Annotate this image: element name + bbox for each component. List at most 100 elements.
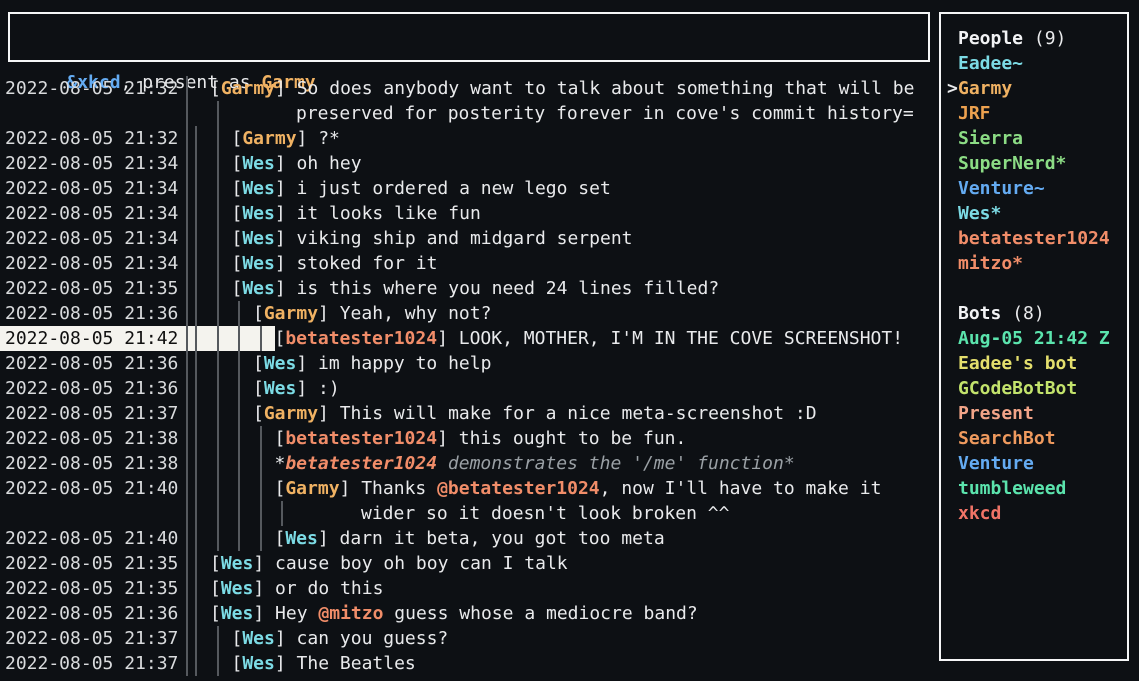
thread-guide-line: [195, 351, 197, 376]
message-row[interactable]: 2022-08-05 21:34[Wes] stoked for it: [0, 251, 939, 276]
nick[interactable]: Wes: [264, 378, 297, 399]
chat-app: &xkcd, present as Garmy 2022-08-05 21:32…: [0, 0, 1139, 681]
message-row[interactable]: 2022-08-05 21:37[Wes] The Beatles: [0, 651, 939, 676]
message-row-highlighted[interactable]: 2022-08-05 21:42[betatester1024] LOOK, M…: [0, 326, 939, 351]
nick[interactable]: Wes: [242, 278, 275, 299]
bot-item-gcodebotbot[interactable]: GCodeBotBot: [941, 376, 1127, 401]
message-row[interactable]: 2022-08-05 21:38*betatester1024 demonstr…: [0, 451, 939, 476]
message-row[interactable]: 2022-08-05 21:38[betatester1024] this ou…: [0, 426, 939, 451]
nick[interactable]: Wes: [242, 653, 275, 674]
bot-item-venture[interactable]: Venture: [941, 451, 1127, 476]
text-segment: [: [232, 253, 243, 274]
message-row[interactable]: 2022-08-05 21:40[Garmy] Thanks @betatest…: [0, 476, 939, 501]
message-text: [Wes] im happy to help: [253, 351, 491, 376]
nick[interactable]: Wes: [221, 553, 254, 574]
nick[interactable]: Wes: [285, 528, 318, 549]
nick[interactable]: Garmy: [264, 403, 318, 424]
nick[interactable]: Wes: [242, 203, 275, 224]
bot-item-xkcd[interactable]: xkcd: [941, 501, 1127, 526]
timestamp-divider-line: [186, 176, 188, 201]
person-item-sierra[interactable]: Sierra: [941, 126, 1127, 151]
nick[interactable]: Wes: [242, 253, 275, 274]
nick[interactable]: Garmy: [285, 478, 339, 499]
thread-guide-line: [195, 626, 197, 651]
thread-guide-line: [217, 501, 219, 526]
text-segment: ]: [275, 253, 297, 274]
nick[interactable]: Wes: [242, 228, 275, 249]
bot-item-searchbot[interactable]: SearchBot: [941, 426, 1127, 451]
nick[interactable]: betatester1024: [285, 428, 437, 449]
timestamp-divider-line: [186, 526, 188, 551]
nick[interactable]: Garmy: [221, 78, 275, 99]
text-segment: ]: [275, 78, 297, 99]
nick[interactable]: Wes: [242, 153, 275, 174]
message-row[interactable]: 2022-08-05 21:34[Wes] i just ordered a n…: [0, 176, 939, 201]
person-item-eadee[interactable]: Eadee~: [941, 51, 1127, 76]
message-row[interactable]: 2022-08-05 21:32[Garmy] So does anybody …: [0, 76, 939, 101]
text-segment: [: [232, 228, 243, 249]
text-segment: [: [275, 478, 286, 499]
person-item-garmy[interactable]: >Garmy: [941, 76, 1127, 101]
person-item-jrf[interactable]: JRF: [941, 101, 1127, 126]
thread-guide-line: [238, 351, 240, 376]
message-row[interactable]: 2022-08-05 21:34[Wes] oh hey: [0, 151, 939, 176]
nick[interactable]: Garmy: [242, 128, 296, 149]
person-item-mitzo[interactable]: mitzo*: [941, 251, 1127, 276]
timestamp-divider-line: [186, 326, 188, 351]
thread-guide-line: [195, 376, 197, 401]
message-row[interactable]: 2022-08-05 21:34[Wes] viking ship and mi…: [0, 226, 939, 251]
people-section-header-title: People: [958, 28, 1023, 49]
person-name: JRF: [958, 103, 991, 124]
message-row[interactable]: 2022-08-05 21:36[Wes] Hey @mitzo guess w…: [0, 601, 939, 626]
bot-item-tumbleweed[interactable]: tumbleweed: [941, 476, 1127, 501]
nick[interactable]: Wes: [264, 353, 297, 374]
message-continuation-text: preserved for posterity forever in cove'…: [296, 101, 914, 126]
timestamp-divider-line: [186, 576, 188, 601]
message-row[interactable]: wider so it doesn't look broken ^^: [0, 501, 939, 526]
message-row[interactable]: 2022-08-05 21:40[Wes] darn it beta, you …: [0, 526, 939, 551]
nick[interactable]: Wes: [242, 178, 275, 199]
message-row[interactable]: 2022-08-05 21:36[Wes] im happy to help: [0, 351, 939, 376]
bot-item-eadee-s-bot[interactable]: Eadee's bot: [941, 351, 1127, 376]
person-item-supernerd[interactable]: SuperNerd*: [941, 151, 1127, 176]
nick[interactable]: betatester1024: [285, 453, 437, 474]
timestamp-divider-line: [186, 226, 188, 251]
message-row[interactable]: 2022-08-05 21:36[Wes] :): [0, 376, 939, 401]
message-row[interactable]: 2022-08-05 21:32[Garmy] ?*: [0, 126, 939, 151]
message-row[interactable]: 2022-08-05 21:36[Garmy] Yeah, why not?: [0, 301, 939, 326]
timestamp-divider-line: [186, 451, 188, 476]
bot-item-aug-05-21-42-z[interactable]: Aug-05 21:42 Z: [941, 326, 1127, 351]
nick[interactable]: Wes: [221, 603, 254, 624]
text-segment: So does anybody want to talk about somet…: [297, 78, 915, 99]
nick[interactable]: Wes: [221, 578, 254, 599]
nick[interactable]: betatester1024: [285, 328, 437, 349]
message-text: [Wes] viking ship and midgard serpent: [232, 226, 633, 251]
message-row[interactable]: 2022-08-05 21:35[Wes] or do this: [0, 576, 939, 601]
person-item-betatester1024[interactable]: betatester1024: [941, 226, 1127, 251]
thread-guide-line: [217, 476, 219, 501]
text-segment: [: [232, 128, 243, 149]
timestamp: 2022-08-05 21:37: [5, 401, 178, 426]
message-row[interactable]: preserved for posterity forever in cove'…: [0, 101, 939, 126]
timestamp-divider-line: [186, 651, 188, 676]
text-segment: ]: [437, 428, 459, 449]
mention[interactable]: @betatester1024: [437, 478, 600, 499]
timestamp-divider-line: [186, 251, 188, 276]
timestamp-divider-line: [186, 101, 188, 126]
bot-item-present[interactable]: Present: [941, 401, 1127, 426]
bots-section-header-count: (8): [1001, 303, 1044, 324]
message-row[interactable]: 2022-08-05 21:37[Wes] can you guess?: [0, 626, 939, 651]
person-item-wes[interactable]: Wes*: [941, 201, 1127, 226]
person-item-venture[interactable]: Venture~: [941, 176, 1127, 201]
timestamp-divider-line: [186, 76, 188, 101]
nick[interactable]: Wes: [242, 628, 275, 649]
thread-guide-line: [195, 176, 197, 201]
text-segment: ]: [296, 378, 318, 399]
message-row[interactable]: 2022-08-05 21:37[Garmy] This will make f…: [0, 401, 939, 426]
message-row[interactable]: 2022-08-05 21:35[Wes] is this where you …: [0, 276, 939, 301]
mention[interactable]: @mitzo: [318, 603, 383, 624]
message-row[interactable]: 2022-08-05 21:35[Wes] cause boy oh boy c…: [0, 551, 939, 576]
thread-guide-line: [217, 351, 219, 376]
nick[interactable]: Garmy: [264, 303, 318, 324]
message-row[interactable]: 2022-08-05 21:34[Wes] it looks like fun: [0, 201, 939, 226]
